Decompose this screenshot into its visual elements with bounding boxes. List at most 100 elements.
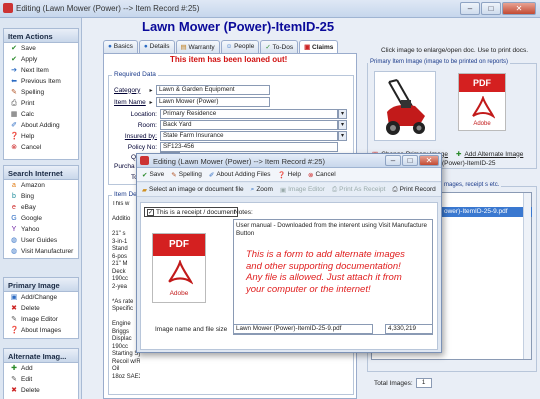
- zoom-button[interactable]: ⌕ Zoom: [249, 184, 275, 195]
- room-label: Room:: [137, 121, 157, 129]
- sidebar-item-user-guides[interactable]: ◍ User Guides: [4, 235, 78, 246]
- sidebar-item-about-adding[interactable]: ✐ About Adding: [4, 120, 78, 131]
- select-file-button[interactable]: ▰ Select an image or document file: [140, 184, 246, 195]
- image-editor-button[interactable]: ▣ Image Editor: [278, 184, 327, 195]
- primary-image-header[interactable]: Primary Image: [4, 278, 78, 292]
- category-field[interactable]: Lawn & Garden Equipment: [156, 85, 270, 95]
- tab-basics[interactable]: ● Basics: [103, 40, 138, 53]
- sidebar-item-ebay[interactable]: e eBay: [4, 202, 78, 213]
- tab-details[interactable]: ● Details: [138, 40, 175, 53]
- app-icon: [140, 156, 149, 165]
- location-field[interactable]: Primary Residence: [160, 109, 338, 119]
- dialog-pdf-image[interactable]: PDF Adobe: [152, 233, 206, 303]
- total-images-row: Total Images: 1: [374, 378, 432, 388]
- policy-field[interactable]: SF123-456: [160, 142, 338, 152]
- adobe-icon: [472, 96, 495, 119]
- sidebar-item-next[interactable]: ➔ Next Item: [4, 65, 78, 76]
- dialog-maximize-button[interactable]: □: [402, 155, 418, 166]
- notes-textarea[interactable]: User manual - Downloaded from the intere…: [233, 219, 433, 335]
- sidebar-item-help[interactable]: ❓ Help: [4, 131, 78, 142]
- sidebar-item-print[interactable]: ⎙ Print: [4, 98, 78, 109]
- minimize-button[interactable]: –: [460, 2, 480, 15]
- app-icon: [3, 3, 13, 13]
- room-dropdown[interactable]: ▾: [338, 120, 347, 130]
- sidebar-item-previous[interactable]: ⬅ Previous Item: [4, 76, 78, 87]
- sidebar-item-add-change[interactable]: ▣ Add/Change: [4, 292, 78, 303]
- room-field[interactable]: Back Yard: [160, 120, 338, 130]
- alternate-images-header[interactable]: Alternate Imag...: [4, 349, 78, 363]
- sidebar-item-google[interactable]: G Google: [4, 213, 78, 224]
- sidebar-item-spelling[interactable]: ✎ Spelling: [4, 87, 78, 98]
- item-name-label: Item Name: [114, 98, 146, 106]
- insured-by-dropdown[interactable]: ▾: [338, 131, 347, 141]
- dialog-help-button[interactable]: ❓ Help: [276, 169, 303, 180]
- arrow-right-icon: ➔: [11, 66, 17, 74]
- primary-pdf-image[interactable]: PDF Adobe: [458, 73, 506, 131]
- sidebar-item-amazon[interactable]: a Amazon: [4, 180, 78, 191]
- warranty-icon: ▤: [180, 44, 187, 51]
- sidebar-item-apply[interactable]: ✔ Apply: [4, 54, 78, 65]
- sidebar-item-add-alternate[interactable]: ✚ Add: [4, 363, 78, 374]
- help-icon: ❓: [10, 132, 19, 140]
- pdf-badge: PDF: [459, 74, 505, 92]
- receipt-checkbox[interactable]: ✓: [147, 208, 154, 216]
- sidebar-item-calc[interactable]: ▦ Calc: [4, 109, 78, 120]
- list-item[interactable]: ower)-ItemID-25-9.pdf: [442, 207, 532, 217]
- window-titlebar: Editing (Lawn Mower (Power) --> Item Rec…: [0, 0, 540, 18]
- print-record-button[interactable]: ⎙ Print Record: [390, 184, 437, 195]
- dialog-close-button[interactable]: ✕: [419, 155, 439, 166]
- help-icon: ❓: [277, 171, 286, 179]
- dialog-spelling-button[interactable]: ✎ Spelling: [169, 169, 204, 180]
- tab-bar: ● Basics ● Details ▤ Warranty ☺ People ✓…: [103, 40, 339, 54]
- google-icon: G: [11, 214, 17, 222]
- details-icon: ●: [143, 43, 148, 50]
- tab-claims[interactable]: ▣ Claims: [299, 40, 339, 54]
- print-as-receipt-button[interactable]: ⎙ Print As Receipt: [330, 184, 387, 195]
- sidebar-item-image-editor[interactable]: ✎ Image Editor: [4, 314, 78, 325]
- spelling-icon: ✎: [11, 88, 17, 96]
- image-hint: Click image to enlarge/open doc. Use to …: [381, 47, 529, 54]
- sidebar-item-yahoo[interactable]: Y Yahoo: [4, 224, 78, 235]
- sidebar-item-delete-alternate[interactable]: ✖ Delete: [4, 385, 78, 396]
- total-images-field: 1: [415, 378, 432, 388]
- check-icon: ✔: [11, 55, 17, 63]
- maximize-button[interactable]: □: [481, 2, 501, 15]
- tab-todos[interactable]: ✓ To-Dos: [260, 40, 299, 53]
- globe-icon: ◍: [10, 247, 18, 255]
- dialog-minimize-button[interactable]: –: [385, 155, 401, 166]
- sidebar-item-delete-image[interactable]: ✖ Delete: [4, 303, 78, 314]
- sidebar-item-save[interactable]: ✔ Save: [4, 43, 78, 54]
- check-icon: ✔: [142, 171, 148, 179]
- dialog-save-button[interactable]: ✔ Save: [140, 169, 166, 180]
- sidebar-item-about-images[interactable]: ❓ About Images: [4, 325, 78, 336]
- sidebar-item-bing[interactable]: b Bing: [4, 191, 78, 202]
- location-dropdown[interactable]: ▾: [338, 109, 347, 119]
- sidebar-item-visit-manufacturer[interactable]: ◍ Visit Manufacturer: [4, 246, 78, 257]
- printer-icon: ⎙: [331, 185, 338, 193]
- item-name-field[interactable]: Lawn Mower (Power): [156, 97, 270, 107]
- dialog-titlebar: Editing (Lawn Mower (Power) --> Item Rec…: [137, 154, 441, 168]
- mower-image[interactable]: [374, 71, 436, 141]
- dialog-title: Editing (Lawn Mower (Power) --> Item Rec…: [153, 157, 325, 166]
- location-label: Location:: [130, 110, 157, 118]
- sidebar-item-cancel[interactable]: ⊗ Cancel: [4, 142, 78, 153]
- printer-icon: ⎙: [392, 185, 398, 193]
- tab-warranty[interactable]: ▤ Warranty: [175, 40, 220, 53]
- sidebar-item-edit-alternate[interactable]: ✎ Edit: [4, 374, 78, 385]
- ebay-icon: e: [12, 203, 16, 211]
- dialog-cancel-button[interactable]: ⊗ Cancel: [306, 169, 338, 180]
- filename-field: Lawn Mower (Power)-ItemID-25-9.pdf: [233, 324, 373, 334]
- dialog-about-adding-button[interactable]: ✐ About Adding Files: [207, 169, 273, 180]
- receipt-checkbox-row[interactable]: ✓ This is a receipt / document: [144, 207, 239, 217]
- add-alternate-image-link[interactable]: ✚ Add Alternate Image: [456, 150, 523, 159]
- tab-people[interactable]: ☺ People: [220, 40, 260, 53]
- item-actions-header[interactable]: Item Actions: [4, 29, 78, 43]
- item-name-row: Item Name ▸ Lawn Mower (Power): [114, 97, 270, 107]
- insured-by-field[interactable]: State Farm Insurance: [160, 131, 338, 141]
- add-icon: ✚: [11, 364, 17, 372]
- amazon-icon: a: [12, 181, 16, 189]
- search-internet-header[interactable]: Search Internet: [4, 166, 78, 180]
- close-button[interactable]: ✕: [502, 2, 536, 15]
- add-file-dialog: Editing (Lawn Mower (Power) --> Item Rec…: [136, 153, 442, 353]
- list-scrollbar[interactable]: [523, 193, 531, 359]
